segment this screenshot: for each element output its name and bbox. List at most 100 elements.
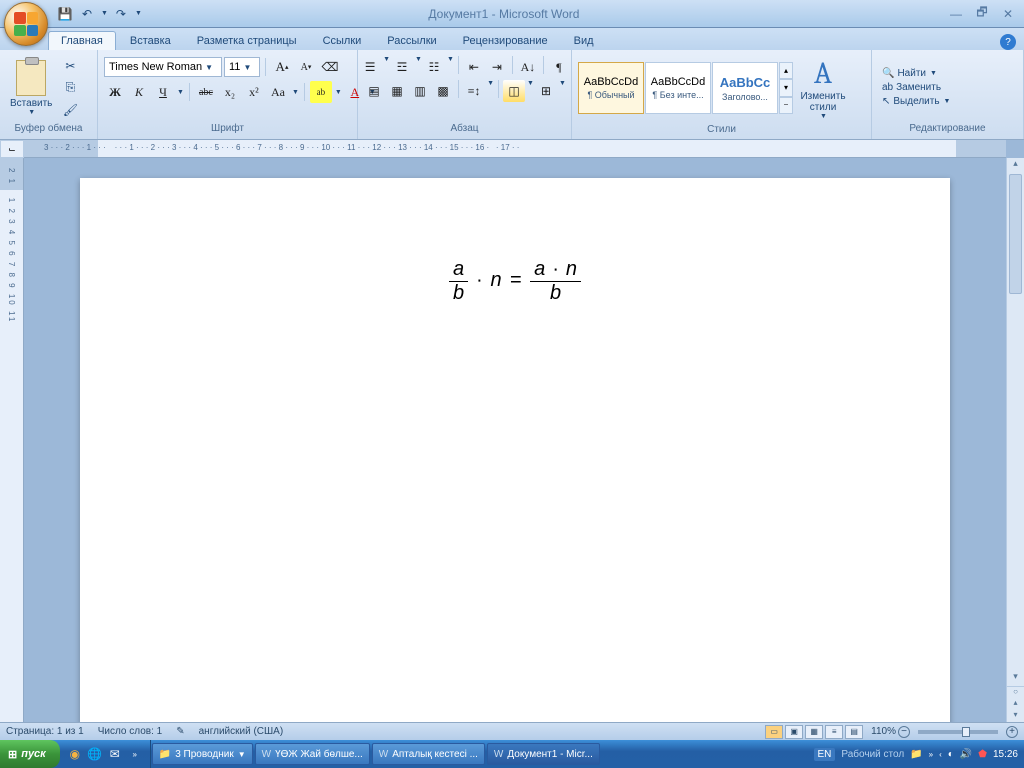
find-button[interactable]: 🔍Найти▼ — [880, 67, 1015, 80]
equation[interactable]: ab ∙ n = a ∙ nb — [180, 258, 850, 305]
restore-button[interactable]: 🗗 — [972, 7, 992, 21]
task-word3[interactable]: WДокумент1 - Micr... — [487, 743, 600, 765]
close-button[interactable]: ✕ — [998, 7, 1018, 21]
font-size-combo[interactable]: 11▼ — [224, 57, 260, 77]
align-right-button[interactable]: ▥ — [409, 80, 431, 102]
cut-button[interactable]: ✂ — [60, 56, 80, 76]
view-draft[interactable]: ▤ — [845, 725, 863, 739]
numbering-button[interactable]: ☲ — [391, 56, 413, 78]
tray-network[interactable]: ◐ — [948, 749, 954, 760]
grow-font-button[interactable]: A▴ — [271, 56, 293, 78]
view-outline[interactable]: ≡ — [825, 725, 843, 739]
italic-button[interactable]: К — [128, 81, 150, 103]
style-down[interactable]: ▾ — [779, 79, 793, 96]
zoom-value[interactable]: 110% — [871, 726, 896, 737]
view-fullscreen[interactable]: ▣ — [785, 725, 803, 739]
multilevel-button[interactable]: ☷ — [423, 56, 445, 78]
show-marks-button[interactable]: ¶ — [548, 56, 570, 78]
desktop-toolbar[interactable]: Рабочий стол — [841, 749, 904, 760]
language-indicator[interactable]: EN — [814, 748, 836, 761]
document-area[interactable]: ab ∙ n = a ∙ nb — [24, 158, 1006, 722]
change-styles-button[interactable]: A Изменить стили ▼ — [795, 54, 851, 122]
dedent-button[interactable]: ⇤ — [463, 56, 485, 78]
justify-button[interactable]: ▩ — [432, 80, 454, 102]
style-nospacing[interactable]: AaBbCcDd ¶ Без инте... — [645, 62, 711, 114]
ql-amigo[interactable]: ◉ — [66, 745, 84, 763]
tab-layout[interactable]: Разметка страницы — [185, 32, 309, 50]
start-button[interactable]: ⊞пуск — [0, 740, 60, 768]
view-web[interactable]: ▦ — [805, 725, 823, 739]
change-case-button[interactable]: Aa — [267, 81, 289, 103]
select-button[interactable]: ↖Выделить▼ — [880, 95, 1015, 108]
page[interactable]: ab ∙ n = a ∙ nb — [80, 178, 950, 722]
replace-button[interactable]: abЗаменить — [880, 81, 1015, 94]
shading-button[interactable]: ◫ — [503, 80, 525, 102]
align-center-button[interactable]: ▦ — [386, 80, 408, 102]
zoom-slider[interactable] — [918, 730, 998, 734]
clock[interactable]: 15:26 — [993, 749, 1018, 760]
task-word1[interactable]: WҮӨЖ Жай бөлше... — [255, 743, 370, 765]
minimize-button[interactable]: — — [946, 7, 966, 21]
font-family-combo[interactable]: Times New Roman▼ — [104, 57, 222, 77]
copy-button[interactable]: ⎘ — [60, 78, 80, 98]
format-painter-button[interactable]: 🖌 — [60, 100, 80, 120]
view-print[interactable]: ▭ — [765, 725, 783, 739]
clear-format-button[interactable]: ⌫ — [319, 56, 341, 78]
superscript-button[interactable]: x² — [243, 81, 265, 103]
zoom-out[interactable]: − — [898, 726, 910, 738]
numbering-dd[interactable]: ▼ — [415, 56, 422, 78]
style-heading1[interactable]: AaBbCc Заголово... — [712, 62, 778, 114]
spacing-dd[interactable]: ▼ — [487, 80, 494, 102]
ruler-vertical[interactable]: 2 1 1 2 3 4 5 6 7 8 9 10 11 — [0, 158, 24, 722]
task-explorer[interactable]: 📁3 Проводник▼ — [152, 743, 253, 765]
tray-chevron[interactable]: ‹ — [939, 750, 942, 759]
align-left-button[interactable]: ▤ — [363, 80, 385, 102]
scrollbar-vertical[interactable]: ▴ ▾ ○ ▴ ▾ — [1006, 158, 1024, 722]
borders-button[interactable]: ⊞ — [535, 80, 557, 102]
tray-volume[interactable]: 🔊 — [960, 749, 972, 760]
highlight-button[interactable]: ab — [310, 81, 332, 103]
shading-dd[interactable]: ▼ — [527, 80, 534, 102]
task-word2[interactable]: WАпталық кестесі ... — [372, 743, 485, 765]
tab-mailings[interactable]: Рассылки — [375, 32, 448, 50]
desktop-icon[interactable]: 📁 — [910, 749, 922, 760]
office-button[interactable] — [4, 2, 48, 46]
status-language[interactable]: английский (США) — [199, 726, 284, 737]
highlight-dropdown[interactable]: ▼ — [335, 89, 342, 96]
tray-expand[interactable]: » — [929, 750, 933, 759]
style-normal[interactable]: AaBbCcDd ¶ Обычный — [578, 62, 644, 114]
status-words[interactable]: Число слов: 1 — [98, 726, 162, 737]
style-more[interactable]: ⎯ — [779, 97, 793, 114]
bold-button[interactable]: Ж — [104, 81, 126, 103]
zoom-in[interactable]: + — [1006, 726, 1018, 738]
style-up[interactable]: ▴ — [779, 62, 793, 79]
paste-button[interactable]: Вставить ▼ — [4, 54, 58, 122]
multilevel-dd[interactable]: ▼ — [447, 56, 454, 78]
indent-button[interactable]: ⇥ — [486, 56, 508, 78]
ruler-horizontal[interactable]: 3 · · · 2 · · · 1 · · · · · · 1 · · · 2 … — [24, 140, 1006, 158]
zoom-thumb[interactable] — [962, 727, 970, 737]
underline-dropdown[interactable]: ▼ — [177, 89, 184, 96]
help-button[interactable]: ? — [1000, 34, 1016, 50]
tab-view[interactable]: Вид — [562, 32, 606, 50]
line-spacing-button[interactable]: ≡↕ — [463, 80, 485, 102]
tab-home[interactable]: Главная — [48, 31, 116, 50]
underline-button[interactable]: Ч — [152, 81, 174, 103]
ruler-corner[interactable]: ⌙ — [0, 140, 24, 158]
bullets-button[interactable]: ☰ — [359, 56, 381, 78]
tray-shield[interactable]: ⬟ — [978, 749, 987, 760]
case-dropdown[interactable]: ▼ — [292, 89, 299, 96]
strike-button[interactable]: abc — [195, 81, 217, 103]
ql-more[interactable]: » — [126, 745, 144, 763]
status-proofing[interactable]: ✎ — [176, 726, 184, 737]
ql-chrome[interactable]: 🌐 — [86, 745, 104, 763]
tab-insert[interactable]: Вставка — [118, 32, 183, 50]
status-page[interactable]: Страница: 1 из 1 — [6, 726, 84, 737]
sort-button[interactable]: A↓ — [517, 56, 539, 78]
bullets-dd[interactable]: ▼ — [383, 56, 390, 78]
tab-review[interactable]: Рецензирование — [451, 32, 560, 50]
ql-mail[interactable]: ✉ — [106, 745, 124, 763]
scroll-thumb[interactable] — [1009, 174, 1022, 294]
shrink-font-button[interactable]: A▾ — [295, 56, 317, 78]
borders-dd[interactable]: ▼ — [559, 80, 566, 102]
